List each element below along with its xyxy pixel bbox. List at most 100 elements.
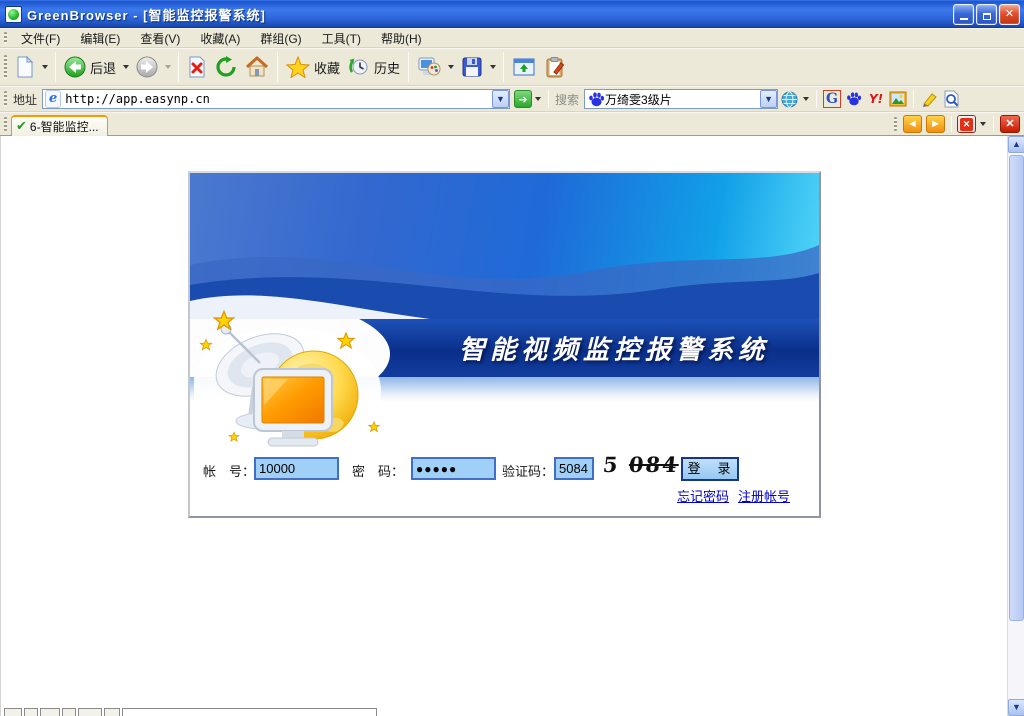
tab-bar: ✔ 6-智能监控... ◄ ► ✕ ✕ bbox=[0, 112, 1024, 136]
toolbar-drag-grip[interactable] bbox=[4, 55, 7, 78]
restore-button[interactable] bbox=[976, 4, 997, 25]
new-page-button[interactable] bbox=[11, 54, 39, 80]
home-icon bbox=[245, 56, 269, 78]
new-page-dropdown[interactable] bbox=[42, 65, 48, 69]
highlighter-icon bbox=[920, 91, 938, 108]
menu-groups[interactable]: 群组(G) bbox=[250, 28, 311, 49]
tab-active[interactable]: ✔ 6-智能监控... bbox=[11, 115, 108, 136]
menu-file[interactable]: 文件(F) bbox=[11, 28, 70, 49]
yahoo-search-button[interactable]: Y! bbox=[867, 90, 885, 108]
scroll-down-button[interactable]: ▼ bbox=[1008, 699, 1024, 716]
stop-icon bbox=[187, 56, 207, 78]
tab-loaded-check-icon: ✔ bbox=[16, 118, 27, 134]
captcha-input[interactable] bbox=[554, 457, 594, 480]
system-title: 智能视频监控报警系统 bbox=[459, 330, 769, 367]
scroll-up-button[interactable]: ▲ bbox=[1008, 136, 1024, 153]
highlight-button[interactable] bbox=[920, 90, 938, 108]
forgot-password-link[interactable]: 忘记密码 bbox=[677, 486, 729, 505]
panel-toggle-button[interactable] bbox=[508, 54, 540, 80]
home-button[interactable] bbox=[241, 54, 273, 80]
find-on-page-button[interactable] bbox=[942, 90, 960, 108]
menu-edit[interactable]: 编辑(E) bbox=[70, 28, 130, 49]
skin-theme-icon bbox=[417, 56, 441, 78]
address-dropdown[interactable]: ▼ bbox=[492, 90, 509, 108]
password-input[interactable] bbox=[411, 457, 496, 480]
find-magnifier-icon bbox=[943, 90, 960, 108]
address-drag-grip[interactable] bbox=[4, 91, 7, 107]
page-content: 智能视频监控报警系统 bbox=[0, 136, 1024, 716]
favorites-star-icon bbox=[286, 56, 310, 78]
history-label: 历史 bbox=[374, 58, 400, 77]
stop-button[interactable] bbox=[183, 54, 211, 80]
address-label: 地址 bbox=[13, 91, 37, 108]
favorites-button[interactable]: 收藏 bbox=[282, 54, 344, 80]
close-tab-button[interactable]: ✕ bbox=[957, 115, 976, 133]
address-box: e ▼ bbox=[42, 89, 510, 109]
close-button[interactable]: ✕ bbox=[999, 4, 1020, 25]
new-page-icon bbox=[15, 56, 35, 78]
globe-icon bbox=[781, 91, 798, 108]
search-input[interactable] bbox=[605, 92, 760, 106]
close-all-button[interactable]: ✕ bbox=[1000, 115, 1020, 133]
image-search-button[interactable] bbox=[889, 90, 907, 108]
baidu-paw-icon bbox=[588, 91, 605, 108]
menu-drag-grip[interactable] bbox=[4, 32, 7, 44]
title-bar: GreenBrowser - [智能监控报警系统] ✕ bbox=[0, 0, 1024, 28]
browser-window: GreenBrowser - [智能监控报警系统] ✕ 文件(F) 编辑(E) … bbox=[0, 0, 1024, 716]
history-button[interactable]: 历史 bbox=[344, 54, 404, 80]
picture-icon bbox=[889, 91, 907, 107]
panel-up-icon bbox=[512, 56, 536, 78]
scroll-thumb[interactable] bbox=[1009, 155, 1024, 621]
address-input[interactable] bbox=[65, 92, 492, 106]
forward-dropdown[interactable] bbox=[165, 65, 171, 69]
skin-dropdown[interactable] bbox=[448, 65, 454, 69]
search-engine-dropdown[interactable] bbox=[803, 97, 809, 101]
clipboard-pen-icon bbox=[544, 56, 566, 78]
back-dropdown[interactable] bbox=[123, 65, 129, 69]
menu-favorites[interactable]: 收藏(A) bbox=[190, 28, 250, 49]
refresh-button[interactable] bbox=[211, 54, 241, 80]
save-floppy-icon bbox=[461, 56, 483, 78]
skin-button[interactable] bbox=[413, 54, 445, 80]
history-icon bbox=[348, 56, 370, 78]
login-panel: 智能视频监控报警系统 bbox=[188, 171, 821, 518]
clipboard-button[interactable] bbox=[540, 54, 570, 80]
captcha-image[interactable]: 5 084 bbox=[602, 452, 680, 477]
prev-tab-button[interactable]: ◄ bbox=[903, 115, 922, 133]
close-tab-dropdown[interactable] bbox=[980, 122, 986, 126]
tab-label: 6-智能监控... bbox=[30, 118, 99, 135]
menu-tools[interactable]: 工具(T) bbox=[312, 28, 371, 49]
back-button[interactable]: 后退 bbox=[60, 54, 120, 80]
next-tab-button[interactable]: ► bbox=[926, 115, 945, 133]
back-label: 后退 bbox=[90, 58, 116, 77]
save-button[interactable] bbox=[457, 54, 487, 80]
search-dropdown[interactable]: ▼ bbox=[760, 90, 777, 108]
menu-help[interactable]: 帮助(H) bbox=[371, 28, 432, 49]
account-input[interactable] bbox=[254, 457, 339, 480]
search-engine-button[interactable] bbox=[780, 90, 798, 108]
tab-drag-grip[interactable] bbox=[4, 117, 7, 131]
banner-graphic bbox=[190, 173, 819, 319]
save-dropdown[interactable] bbox=[490, 65, 496, 69]
register-link[interactable]: 注册帐号 bbox=[738, 486, 790, 505]
login-button[interactable]: 登 录 bbox=[681, 457, 739, 481]
captcha-label: 验证码： bbox=[502, 461, 554, 480]
go-dropdown[interactable] bbox=[535, 97, 541, 101]
menu-view[interactable]: 查看(V) bbox=[130, 28, 190, 49]
baidu-search-button[interactable] bbox=[845, 90, 863, 108]
page-favicon-icon: e bbox=[45, 90, 61, 108]
google-search-button[interactable]: G bbox=[823, 90, 841, 108]
banner-waves bbox=[190, 173, 819, 319]
favorites-label: 收藏 bbox=[314, 58, 340, 77]
window-title: GreenBrowser - [智能监控报警系统] bbox=[27, 5, 953, 24]
greenbrowser-logo-icon bbox=[5, 6, 22, 23]
password-label: 密 码： bbox=[352, 461, 404, 480]
vertical-scrollbar[interactable]: ▲ ▼ bbox=[1007, 136, 1024, 716]
menu-bar: 文件(F) 编辑(E) 查看(V) 收藏(A) 群组(G) 工具(T) 帮助(H… bbox=[0, 28, 1024, 48]
minimize-button[interactable] bbox=[953, 4, 974, 25]
back-icon bbox=[64, 56, 86, 78]
status-bar-partial bbox=[4, 708, 377, 716]
forward-button[interactable] bbox=[132, 54, 162, 80]
go-button[interactable]: ➜ bbox=[514, 90, 532, 108]
tabnav-drag-grip[interactable] bbox=[894, 117, 897, 131]
